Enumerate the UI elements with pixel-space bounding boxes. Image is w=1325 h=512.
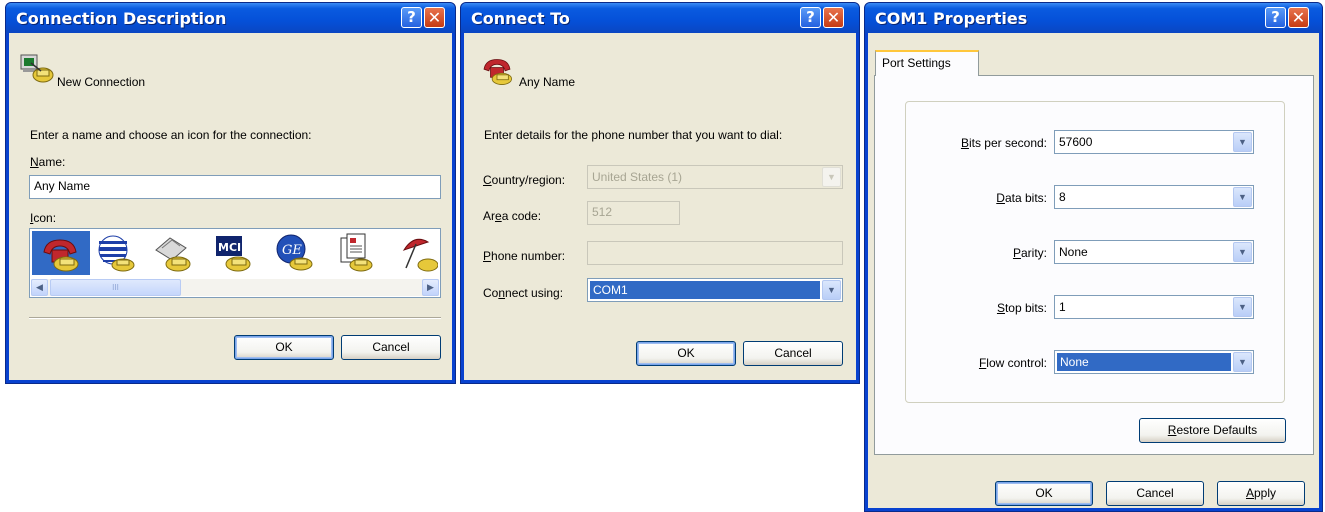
scroll-thumb[interactable]: III: [50, 279, 181, 296]
title-bar[interactable]: COM1 Properties ? ✕: [865, 3, 1322, 33]
chevron-down-icon[interactable]: ▼: [1233, 242, 1252, 262]
help-button[interactable]: ?: [1265, 7, 1286, 28]
flow-control-label: Flow control:: [978, 356, 1047, 370]
phone-modem-icon[interactable]: [40, 232, 80, 274]
mci-icon[interactable]: MCI: [212, 232, 252, 274]
apply-button[interactable]: Apply: [1217, 481, 1305, 506]
connect-using-label: Connect using:: [483, 286, 564, 300]
ok-button[interactable]: OK: [234, 335, 334, 360]
data-bits-label: Data bits:: [996, 191, 1047, 205]
close-button[interactable]: ✕: [1288, 7, 1309, 28]
flow-control-select[interactable]: None ▼: [1054, 350, 1254, 374]
close-button[interactable]: ✕: [823, 7, 844, 28]
ok-button[interactable]: OK: [636, 341, 736, 366]
chevron-down-icon[interactable]: ▼: [1233, 297, 1252, 317]
cancel-button[interactable]: Cancel: [341, 335, 441, 360]
icon-list[interactable]: MCI GE ◀ III ▶: [29, 228, 441, 298]
connection-name-label: Any Name: [519, 75, 576, 89]
flow-control-value: None: [1057, 353, 1231, 371]
separator: [29, 317, 441, 319]
chevron-down-icon[interactable]: ▼: [822, 280, 841, 300]
phone-modem-icon: [483, 59, 512, 85]
umbrella-icon[interactable]: [398, 232, 438, 274]
phone-number-label: Phone number:: [483, 249, 566, 263]
dialog-title: Connection Description: [16, 9, 227, 28]
data-bits-value: 8: [1059, 190, 1066, 204]
scroll-thumb-grip: III: [112, 283, 119, 292]
area-code-label: Area code:: [483, 209, 542, 223]
dialog-title: COM1 Properties: [875, 9, 1028, 28]
connect-using-select[interactable]: COM1 ▼: [587, 278, 843, 302]
chevron-down-icon[interactable]: ▼: [1233, 187, 1252, 207]
connect-to-dialog: Connect To ? ✕ Any Name Enter details fo…: [460, 2, 860, 384]
close-button[interactable]: ✕: [424, 7, 445, 28]
country-label: Country/region:: [483, 173, 566, 187]
new-connection-icon: [20, 54, 54, 83]
svg-text:GE: GE: [282, 243, 302, 258]
phone-number-input[interactable]: [587, 241, 843, 265]
tab-port-settings[interactable]: Port Settings: [875, 50, 979, 76]
documents-icon[interactable]: [335, 232, 375, 274]
svg-text:MCI: MCI: [218, 241, 241, 254]
cancel-button[interactable]: Cancel: [1106, 481, 1204, 506]
fax-modem-icon[interactable]: [152, 232, 192, 274]
ok-button[interactable]: OK: [995, 481, 1093, 506]
chevron-down-icon[interactable]: ▼: [822, 167, 841, 187]
dialog-body: Bits per second: 57600 ▼ Data bits: 8 ▼ …: [868, 33, 1319, 508]
bits-per-second-select[interactable]: 57600 ▼: [1054, 130, 1254, 154]
title-bar[interactable]: Connection Description ? ✕: [6, 3, 455, 33]
ge-icon[interactable]: GE: [274, 232, 314, 274]
icon-label: Icon:: [30, 211, 57, 225]
help-button[interactable]: ?: [800, 7, 821, 28]
connect-using-value: COM1: [590, 281, 820, 299]
parity-value: None: [1059, 245, 1088, 259]
restore-defaults-button[interactable]: Restore Defaults: [1139, 418, 1286, 443]
att-globe-icon[interactable]: [95, 232, 135, 274]
dialog-body: New Connection Enter a name and choose a…: [9, 33, 452, 380]
com1-properties-dialog: COM1 Properties ? ✕ Bits per second: 576…: [864, 2, 1323, 512]
dialog-body: Any Name Enter details for the phone num…: [464, 33, 856, 380]
icon-list-scrollbar[interactable]: ◀ III ▶: [31, 279, 439, 296]
help-button[interactable]: ?: [401, 7, 422, 28]
data-bits-select[interactable]: 8 ▼: [1054, 185, 1254, 209]
instruction-text: Enter details for the phone number that …: [484, 128, 783, 142]
stop-bits-select[interactable]: 1 ▼: [1054, 295, 1254, 319]
area-code-input[interactable]: 512: [587, 201, 680, 225]
title-bar[interactable]: Connect To ? ✕: [461, 3, 859, 33]
connection-description-dialog: Connection Description ? ✕ New Connectio…: [5, 2, 456, 384]
name-label: Name:: [30, 155, 66, 169]
parity-label: Parity:: [1012, 246, 1047, 260]
stop-bits-value: 1: [1059, 300, 1066, 314]
country-select[interactable]: United States (1) ▼: [587, 165, 843, 189]
scroll-left-button[interactable]: ◀: [31, 279, 48, 296]
port-settings-panel: Bits per second: 57600 ▼ Data bits: 8 ▼ …: [874, 75, 1314, 455]
scroll-right-button[interactable]: ▶: [422, 279, 439, 296]
dialog-title: Connect To: [471, 9, 570, 28]
cancel-button[interactable]: Cancel: [743, 341, 843, 366]
bits-per-second-value: 57600: [1059, 135, 1093, 149]
chevron-down-icon[interactable]: ▼: [1233, 352, 1252, 372]
stop-bits-label: Stop bits:: [996, 301, 1047, 315]
name-input[interactable]: Any Name: [29, 175, 441, 199]
settings-group: Bits per second: 57600 ▼ Data bits: 8 ▼ …: [905, 101, 1285, 403]
country-value: United States (1): [592, 170, 683, 184]
chevron-down-icon[interactable]: ▼: [1233, 132, 1252, 152]
parity-select[interactable]: None ▼: [1054, 240, 1254, 264]
connection-name-label: New Connection: [57, 75, 146, 89]
instruction-text: Enter a name and choose an icon for the …: [30, 128, 312, 142]
bits-per-second-label: Bits per second:: [960, 136, 1047, 150]
